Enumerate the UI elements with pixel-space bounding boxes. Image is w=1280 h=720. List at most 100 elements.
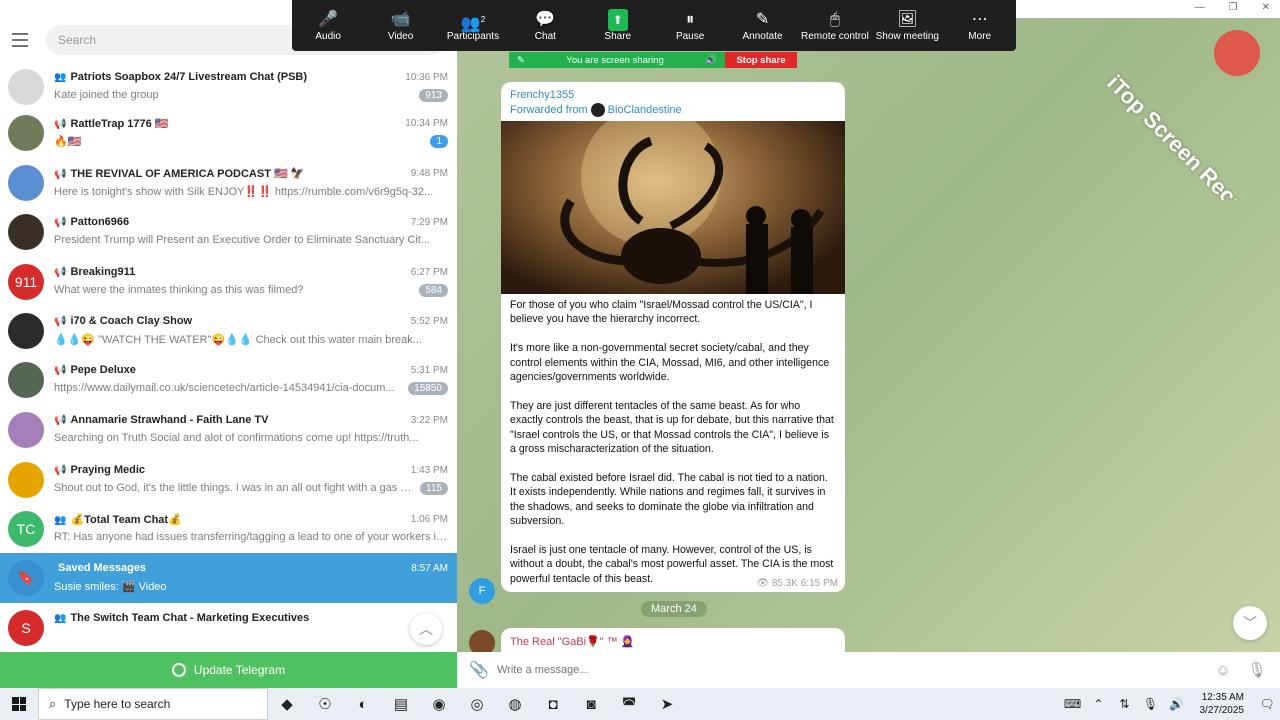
chat-item[interactable]: 📢 RattleTrap 1776 🇺🇸 10:34 PM 🔥🇺🇸 1 <box>0 108 457 158</box>
update-telegram-button[interactable]: Update Telegram <box>0 652 457 688</box>
chevron-up-icon[interactable]: ⌃ <box>1086 697 1112 711</box>
telegram-app: — ❐ ✕ Search 👥 Patriots Soapbox 24/7 Live… <box>0 0 1280 688</box>
pause-button[interactable]: ⏸ Pause <box>655 9 725 42</box>
hamburger-menu-icon[interactable] <box>12 28 36 52</box>
more-button[interactable]: ⋯ More <box>945 9 1015 42</box>
show-meeting-button[interactable]: 🖼 Show meeting <box>872 9 942 42</box>
chat-time: 1:06 PM <box>410 513 448 525</box>
network-icon[interactable]: ⇅ <box>1112 697 1138 711</box>
chat-name: Pepe Deluxe <box>70 364 136 377</box>
keyboard-icon[interactable]: ⌨ <box>1060 697 1086 711</box>
windows-taskbar: ⌕ Type here to search ◆ ☉ ◐ ▤ ◉ ◎ ◍ ◘ ◙ ◚… <box>0 688 1280 720</box>
chat-time: 8:57 AM <box>411 562 448 574</box>
unread-badge: 15850 <box>408 381 448 395</box>
start-button[interactable] <box>0 688 38 720</box>
taskbar-search-input[interactable]: ⌕ Type here to search <box>38 688 268 720</box>
chat-item[interactable]: 📢 THE REVIVAL OF AMERICA PODCAST 🇺🇸 🦅 9:48… <box>0 158 457 208</box>
conversation-panel: F Frenchy1355 Forwarded from BioClandest… <box>457 18 1280 688</box>
maximize-icon[interactable]: ❐ <box>1229 2 1238 13</box>
chat-item[interactable]: 📢 Annamarie Strawhand - Faith Lane TV 3:22… <box>0 405 457 455</box>
sound-icon[interactable]: 🔊 <box>705 55 717 66</box>
unread-badge: 115 <box>420 481 448 495</box>
chat-item[interactable]: 🔖 Saved Messages 8:57 AM Susie smiles: 🎬 Vi… <box>0 553 457 603</box>
chat-avatar <box>8 114 44 151</box>
chat-preview: RT: Has anyone had issues transferring/t… <box>54 531 448 544</box>
chat-time: 7:29 PM <box>410 216 448 228</box>
sender-avatar[interactable]: F <box>469 578 495 604</box>
chat-name: Patton6966 <box>70 216 130 229</box>
app-icon[interactable]: ◍ <box>496 688 534 720</box>
close-icon[interactable]: ✕ <box>1262 2 1270 13</box>
forwarded-channel-avatar <box>590 103 605 117</box>
chat-type-icon: 📢 <box>54 415 67 427</box>
participants-icon: 👥2 <box>460 15 486 33</box>
microphone-icon: 🎤 <box>318 11 339 28</box>
chat-item[interactable]: 📢 Praying Medic 1:43 PM Shout out to God, i… <box>0 455 457 505</box>
notifications-icon[interactable]: 🗨 <box>1254 697 1280 711</box>
chat-name: i70 & Coach Clay Show <box>70 315 193 328</box>
volume-icon[interactable]: 🔊 <box>1164 697 1190 711</box>
chat-avatar <box>8 68 44 105</box>
forwarded-from[interactable]: Forwarded from BioClandestine <box>510 103 836 117</box>
chat-preview: President Trump will Present an Executiv… <box>54 234 430 247</box>
message-meta: 👁 85.3K 6:15 PM <box>756 578 838 590</box>
copilot-icon[interactable]: ◆ <box>268 688 306 720</box>
message-input[interactable] <box>497 664 1200 676</box>
chat-list-panel: Search 👥 Patriots Soapbox 24/7 Livestream… <box>0 18 457 688</box>
annotate-button[interactable]: ✎ Annotate <box>728 9 798 42</box>
system-tray: ⌨ ⌃ ⇅ 🎙 🔊 12:35 AM 3/27/2025 🗨 <box>1060 688 1280 720</box>
chat-item[interactable]: 911 📢 Breaking911 6:27 PM What were the inma… <box>0 257 457 307</box>
chat-item[interactable]: 📢 i70 & Coach Clay Show 5:52 PM 💧💧😜 "WATCH … <box>0 306 457 356</box>
edge-icon[interactable]: ◐ <box>344 688 382 720</box>
scroll-up-button[interactable]: ︿ <box>410 613 442 645</box>
windows-logo-icon <box>12 697 26 711</box>
pin-icon[interactable]: ✎ <box>517 55 525 66</box>
message-text: For those of you who claim "Israel/Mossa… <box>510 299 834 585</box>
video-button[interactable]: 📹 Video <box>366 9 436 42</box>
mic-tray-icon[interactable]: 🎙 <box>1138 697 1164 711</box>
message-composer: 📎 ☺ 🎙 <box>457 652 1280 688</box>
message-image[interactable] <box>501 121 845 294</box>
remote-control-button[interactable]: 🖱 Remote control <box>800 9 870 42</box>
chat-type-icon: 👥 <box>54 514 67 526</box>
chat-time: 5:52 PM <box>410 315 448 327</box>
chat-item[interactable]: 👥 Patriots Soapbox 24/7 Livestream Chat (… <box>0 62 457 112</box>
chat-name: Patriots Soapbox 24/7 Livestream Chat (P… <box>70 71 308 84</box>
chat-avatar <box>8 361 44 398</box>
stop-share-button[interactable]: Stop share <box>725 52 797 68</box>
browser-icon[interactable]: ◎ <box>458 688 496 720</box>
audio-button[interactable]: 🎤 Audio <box>293 9 363 42</box>
scroll-down-button[interactable]: ﹀ <box>1233 606 1267 640</box>
chat-item[interactable]: 📢 Pepe Deluxe 5:31 PM https://www.dailymail… <box>0 355 457 405</box>
sharing-status: ✎ You are screen sharing 🔊 <box>509 52 725 68</box>
chat-type-icon: 👥 <box>54 72 67 84</box>
message-sender[interactable]: Frenchy1355 <box>510 89 836 101</box>
chat-avatar: TC <box>8 510 44 547</box>
chat-preview: Shout out to God, it's the little things… <box>54 482 415 495</box>
search-icon: ⌕ <box>49 696 57 711</box>
clock[interactable]: 12:35 AM 3/27/2025 <box>1200 691 1245 717</box>
microphone-icon[interactable]: 🎙 <box>1246 661 1268 679</box>
file-explorer-icon[interactable]: ▤ <box>382 688 420 720</box>
bitwarden-icon[interactable]: ◚ <box>610 688 648 720</box>
chat-preview: 🔥🇺🇸 <box>54 135 82 148</box>
telegram-icon[interactable]: ➤ <box>648 688 686 720</box>
minimize-icon[interactable]: — <box>1195 2 1205 13</box>
chat-item[interactable]: TC 👥 💰Total Team Chat💰 1:06 PM RT: Has anyon… <box>0 504 457 554</box>
emoji-icon[interactable]: ☺ <box>1212 662 1234 679</box>
message-bubble[interactable]: Frenchy1355 Forwarded from BioClandestin… <box>501 82 845 593</box>
firefox-icon[interactable]: ◉ <box>420 688 458 720</box>
chat-item[interactable]: S 👥 The Switch Team Chat - Marketing Execu… <box>0 603 457 652</box>
recorder-icon[interactable]: ◙ <box>572 688 610 720</box>
chat-button[interactable]: 💬 Chat <box>510 9 580 42</box>
chat-avatar <box>8 213 44 250</box>
chat-name: THE REVIVAL OF AMERICA PODCAST 🇺🇸 🦅 <box>70 167 305 180</box>
chat-preview: Susie smiles: 🎬 Video <box>54 580 167 593</box>
share-button[interactable]: ⬆ Share <box>583 9 653 42</box>
participants-button[interactable]: 👥2 Participants <box>438 9 508 42</box>
chat-type-icon: 📢 <box>54 217 67 229</box>
chat-item[interactable]: 📢 Patton6966 7:29 PM President Trump will P… <box>0 207 457 257</box>
attach-icon[interactable]: 📎 <box>469 660 489 680</box>
zoom-icon[interactable]: ◘ <box>534 688 572 720</box>
teams-icon[interactable]: ☉ <box>306 688 344 720</box>
